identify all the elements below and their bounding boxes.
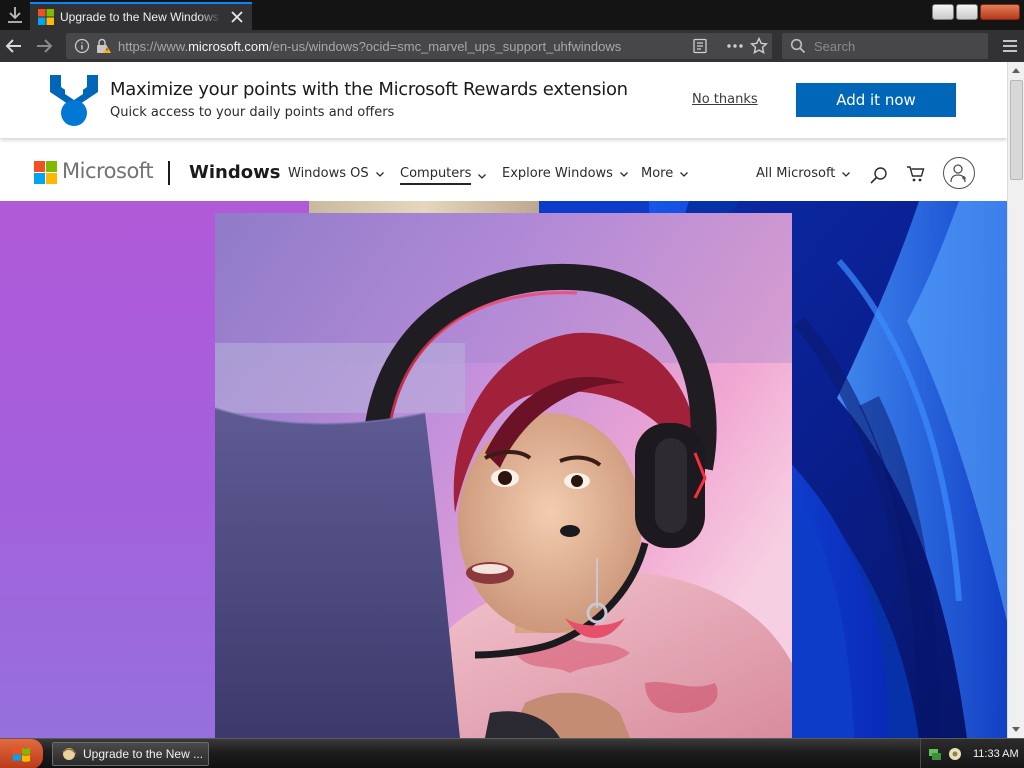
no-thanks-link[interactable]: No thanks <box>692 92 758 107</box>
taskbar-window-label: Upgrade to the New ... <box>83 747 204 761</box>
chevron-down-icon <box>375 171 384 177</box>
tab-title: Upgrade to the New Windows 11 OS <box>60 10 222 24</box>
scrollbar-thumb[interactable] <box>1010 80 1023 180</box>
vertical-scrollbar[interactable] <box>1007 62 1024 738</box>
system-tray: 11:33 AM <box>920 739 1024 768</box>
nav-computers[interactable]: Computers <box>400 166 487 185</box>
more-icon[interactable] <box>726 38 744 54</box>
network-tray-icon[interactable] <box>927 746 943 762</box>
os-taskbar: Upgrade to the New ... 11:33 AM <box>0 738 1024 768</box>
rewards-subtitle: Quick access to your daily points and of… <box>110 105 395 120</box>
forward-arrow-icon[interactable] <box>34 36 54 56</box>
taskbar-window-button[interactable]: Upgrade to the New ... <box>52 742 209 766</box>
browser-app-icon <box>62 748 77 760</box>
close-icon[interactable] <box>228 8 246 26</box>
info-icon[interactable] <box>74 38 90 54</box>
hero-photo-gamer-with-headset <box>215 213 792 738</box>
download-icon[interactable] <box>4 4 26 26</box>
maximize-button[interactable] <box>956 4 978 20</box>
taskbar-clock: 11:33 AM <box>973 748 1019 760</box>
add-it-now-button[interactable]: Add it now <box>796 83 956 117</box>
search-box[interactable] <box>782 33 988 59</box>
windows-logo-icon <box>38 9 54 25</box>
search-icon[interactable] <box>869 166 889 186</box>
browser-tab[interactable]: Upgrade to the New Windows 11 OS <box>30 2 252 30</box>
account-avatar-icon[interactable] <box>943 157 975 189</box>
back-arrow-icon[interactable] <box>4 36 24 56</box>
window-controls <box>932 4 1020 20</box>
site-header: Microsoft Windows Windows OS Computers E… <box>0 142 1007 200</box>
search-icon <box>790 38 806 54</box>
rewards-banner: Maximize your points with the Microsoft … <box>0 62 1007 138</box>
start-button[interactable] <box>0 739 43 768</box>
chevron-down-icon <box>842 171 851 177</box>
minimize-button[interactable] <box>932 4 954 20</box>
page-viewport: Maximize your points with the Microsoft … <box>0 62 1007 738</box>
tab-strip: Upgrade to the New Windows 11 OS <box>0 0 1024 30</box>
cart-icon[interactable] <box>906 164 926 184</box>
url-bar[interactable]: https://www.microsoft.com/en-us/windows?… <box>66 33 772 59</box>
nav-more[interactable]: More <box>641 166 689 181</box>
volume-tray-icon[interactable] <box>947 746 963 762</box>
nav-all-microsoft[interactable]: All Microsoft <box>756 166 851 181</box>
header-divider <box>168 161 170 185</box>
hero-top-image-strip <box>309 201 539 213</box>
navigation-toolbar: https://www.microsoft.com/en-us/windows?… <box>0 30 1024 62</box>
microsoft-wordmark[interactable]: Microsoft <box>62 159 154 183</box>
nav-explore-windows[interactable]: Explore Windows <box>502 166 629 181</box>
chevron-down-icon <box>680 171 689 177</box>
chevron-down-icon <box>478 173 487 179</box>
hero-section <box>0 201 1007 738</box>
bookmark-star-icon[interactable] <box>750 37 768 55</box>
windows-flag-icon <box>12 747 30 762</box>
url-text: https://www.microsoft.com/en-us/windows?… <box>118 38 622 54</box>
microsoft-logo-icon[interactable] <box>34 161 57 184</box>
hamburger-menu-icon[interactable] <box>1000 36 1020 56</box>
nav-windows-os[interactable]: Windows OS <box>288 166 385 181</box>
scroll-up-icon[interactable] <box>1012 68 1020 73</box>
scroll-down-icon[interactable] <box>1012 727 1020 732</box>
search-input[interactable] <box>814 38 974 54</box>
close-window-button[interactable] <box>980 4 1020 20</box>
rewards-medal-icon <box>50 75 98 126</box>
insecure-lock-icon[interactable] <box>94 37 112 55</box>
chevron-down-icon <box>619 171 628 177</box>
windows-product-link[interactable]: Windows <box>189 162 280 183</box>
reader-view-icon[interactable] <box>692 38 708 54</box>
rewards-title: Maximize your points with the Microsoft … <box>110 79 628 100</box>
